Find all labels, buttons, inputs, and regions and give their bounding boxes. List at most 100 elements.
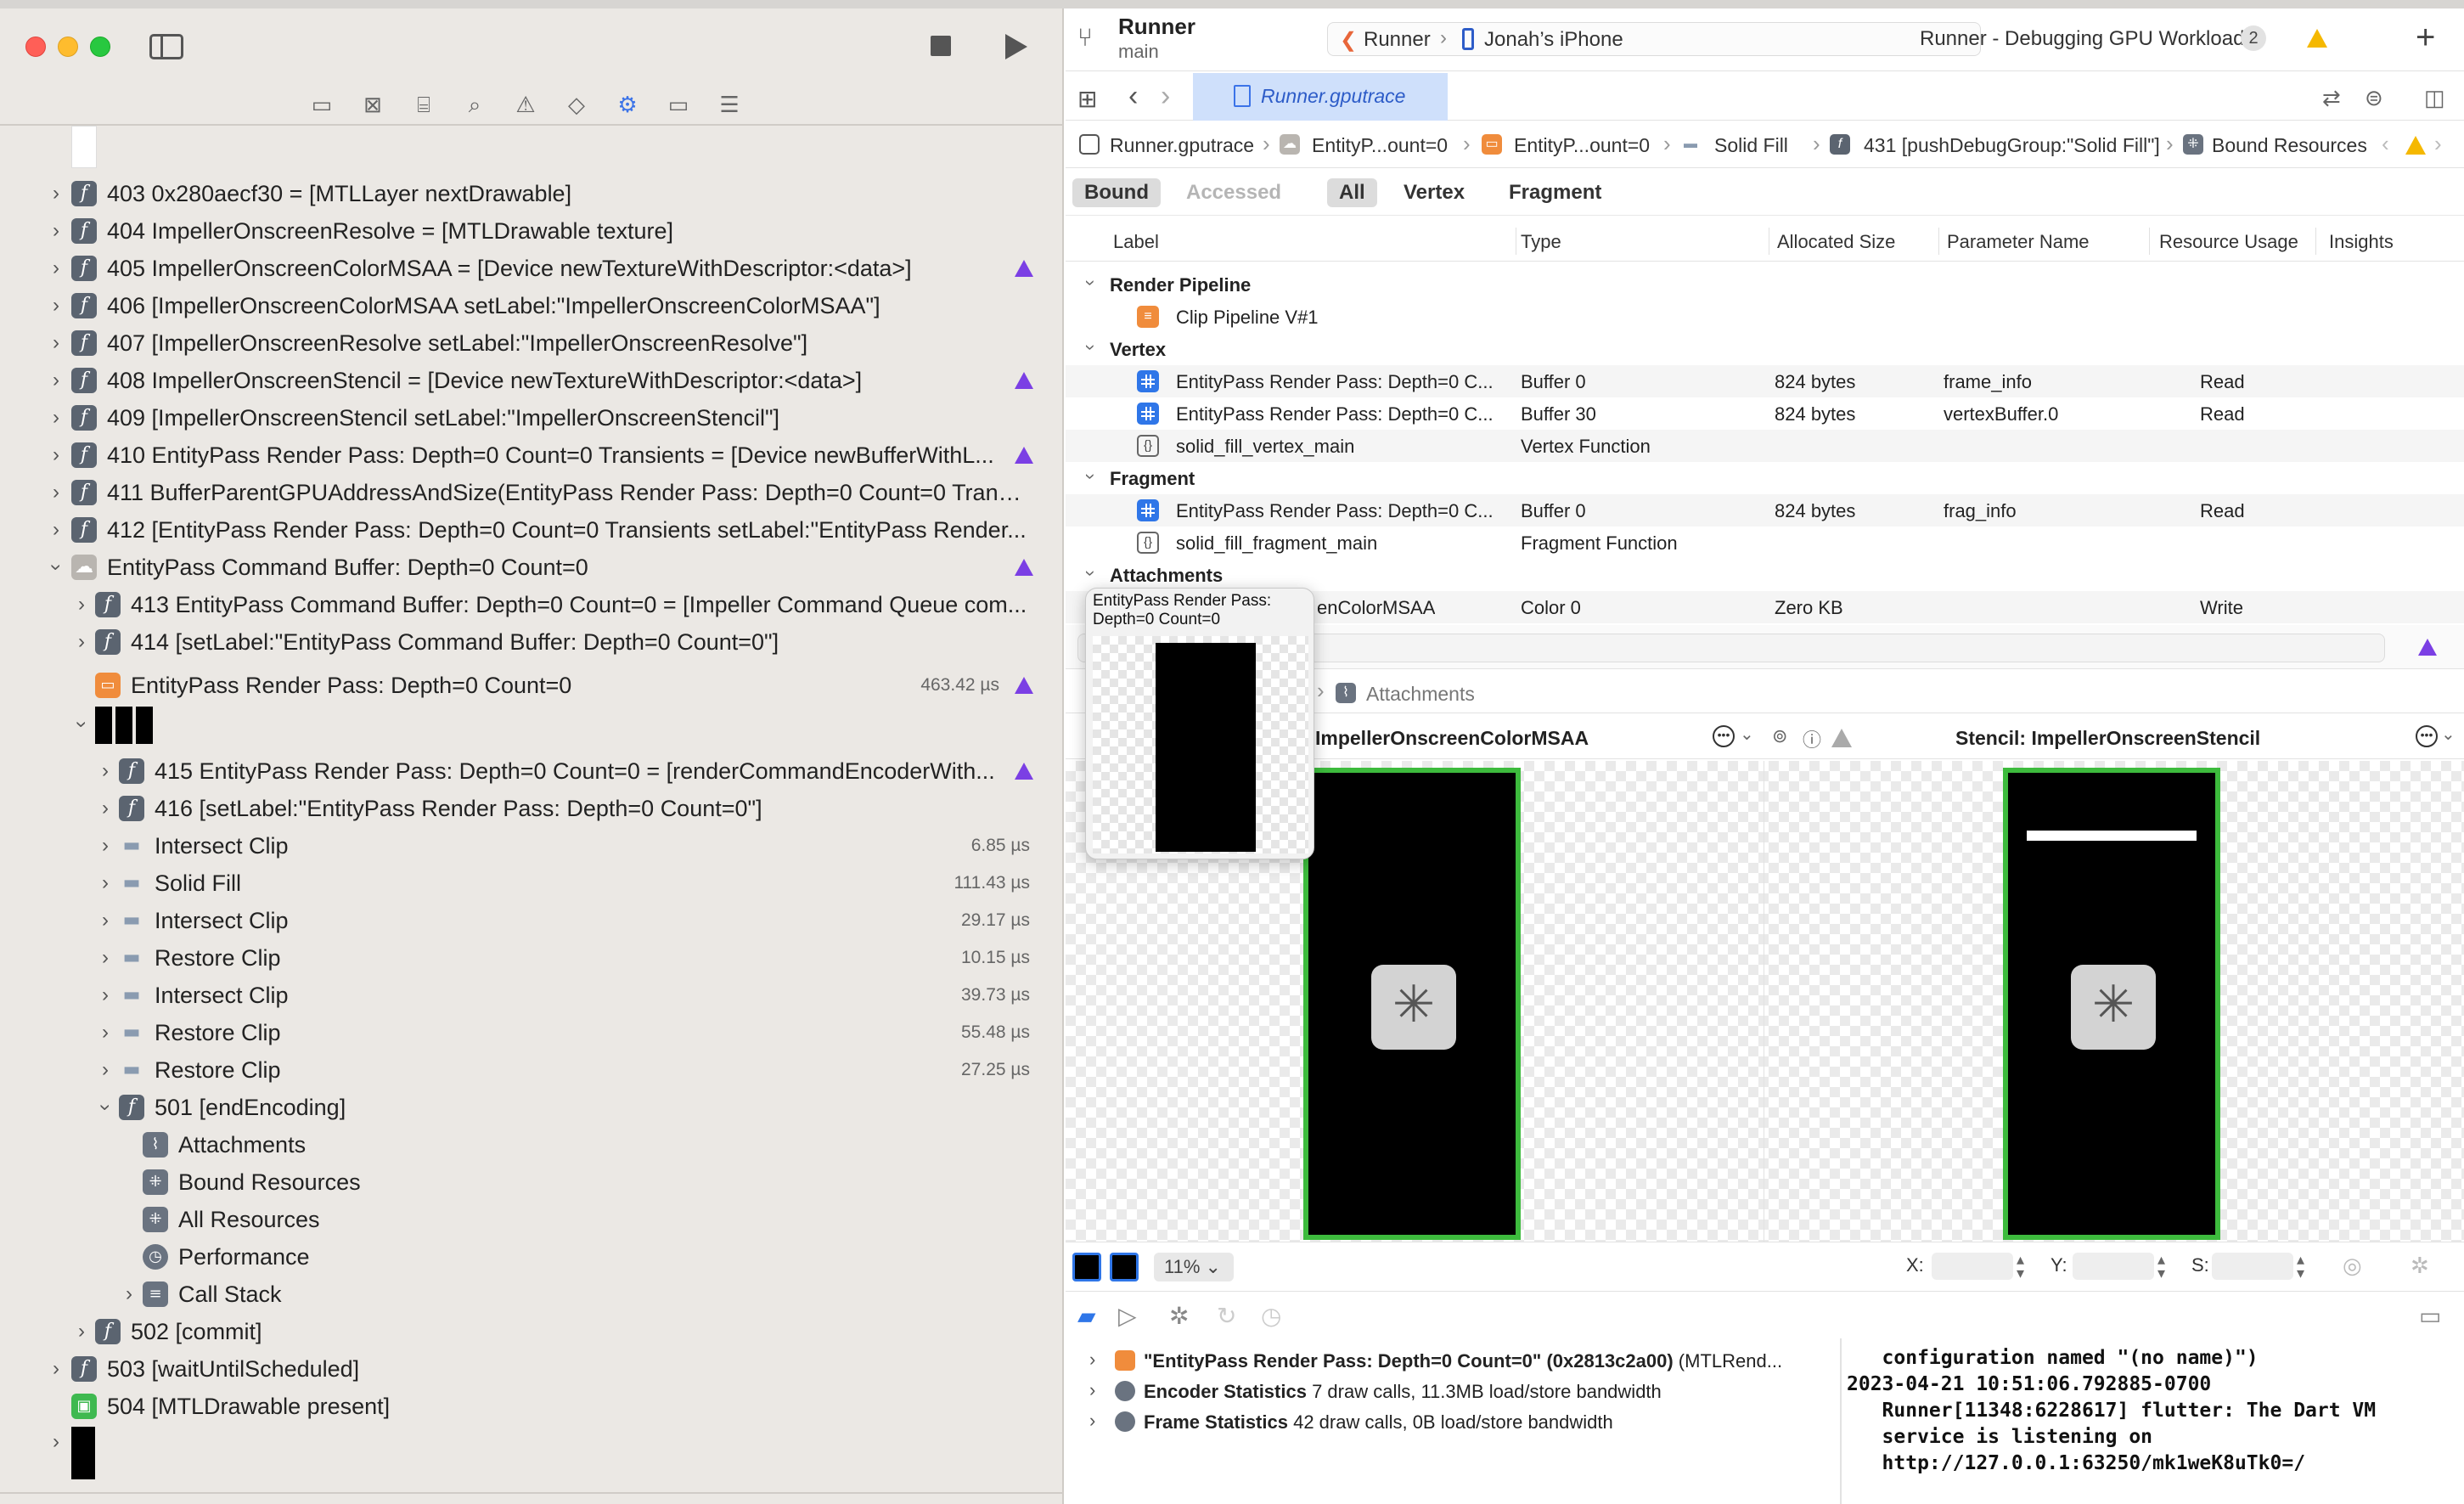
disclosure-triangle-icon[interactable]: › [48,481,65,504]
disclosure-triangle-icon[interactable]: › [1080,570,1102,576]
group-row[interactable]: › Attachments [1066,559,2464,591]
insight-warning-icon[interactable] [1015,260,1033,277]
forward-chevron-icon[interactable]: › [1161,80,1170,113]
debug-group-row[interactable]: › ▬ Intersect Clip 39.73 µs [0,977,1064,1014]
y-coordinate-field[interactable] [2073,1253,2154,1280]
sub-item-attachments[interactable]: ⌇ Attachments [0,1126,1064,1163]
warning-icon[interactable] [1831,729,1852,747]
x-coordinate-field[interactable] [1932,1253,2013,1280]
insight-warning-icon[interactable] [1015,447,1033,464]
filter-vertex[interactable]: Vertex [1392,178,1477,207]
disclosure-triangle-icon[interactable]: › [97,797,114,820]
chevron-down-icon[interactable]: ⌄ [2441,724,2456,745]
table-row[interactable]: EntityPass Render Pass: Depth=0 C... Buf… [1066,397,2464,430]
issue-icon[interactable]: ⚠ [509,90,542,119]
list-item[interactable]: › Frame Statistics 42 draw calls, 0B loa… [1066,1406,1842,1437]
disclosure-triangle-icon[interactable]: › [93,1099,117,1116]
disclosure-triangle-icon[interactable]: › [48,256,65,280]
symbol-icon[interactable]: ⌸ [408,90,440,119]
table-row[interactable]: EntityPass Render Pass: Depth=0 C... Buf… [1066,494,2464,527]
tree-row[interactable]: › f 410 EntityPass Render Pass: Depth=0 … [0,437,1064,474]
chevron-down-icon[interactable]: ⌄ [1740,724,1754,745]
insight-warning-icon[interactable] [1015,677,1033,694]
breadcrumb-item[interactable]: Solid Fill [1714,134,1788,157]
color-swatch[interactable] [1072,1253,1101,1281]
column-header[interactable]: Type [1521,231,1561,253]
more-options-icon[interactable]: ••• [2416,725,2438,747]
disclosure-triangle-icon[interactable]: › [1089,1379,1095,1401]
bug-icon[interactable]: ✲ [1169,1302,1189,1330]
debug-group-row[interactable]: › ▬ Restore Clip 55.48 µs [0,1014,1064,1051]
console-toggle-icon[interactable]: ▭ [2419,1302,2441,1330]
column-header[interactable]: Parameter Name [1947,231,2090,253]
sub-item-bound-resources[interactable]: ⁜ Bound Resources [0,1163,1064,1201]
tree-row[interactable]: › f 409 [ImpellerOnscreenStencil setLabe… [0,399,1064,437]
chevron-left-icon[interactable]: ‹ [2382,131,2389,157]
disclosure-triangle-icon[interactable]: › [48,331,65,355]
find-icon[interactable]: ⌕ [458,90,491,119]
group-row[interactable]: › Fragment [1066,462,2464,494]
folder-icon[interactable]: ▭ [306,90,338,119]
disclosure-triangle-icon[interactable]: › [97,983,114,1007]
filter-fragment[interactable]: Fragment [1497,178,1613,207]
tree-row[interactable]: › f 501 [endEncoding] [0,1089,1064,1126]
reload-icon[interactable]: ↻ [1217,1302,1236,1330]
disclosure-triangle-icon[interactable]: › [97,759,114,783]
insight-warning-icon[interactable] [1015,559,1033,576]
status-count-badge[interactable]: 2 [2241,25,2266,51]
console-output[interactable]: configuration named "(no name)") 2023-04… [1843,1338,2464,1504]
color-attachment-preview[interactable] [1303,768,1521,1240]
disclosure-triangle-icon[interactable]: › [73,593,90,617]
zoom-selector[interactable]: 11% ⌄ [1154,1253,1234,1281]
zoom-window-button[interactable] [90,37,110,57]
stepper-icon[interactable]: ▴ ▾ [2157,1252,2165,1281]
disclosure-triangle-icon[interactable]: › [73,630,90,654]
filter-bound[interactable]: Bound [1072,178,1161,207]
run-button[interactable] [1005,34,1027,59]
stencil-attachment-preview[interactable] [2003,768,2220,1240]
tree-row[interactable]: › f 416 [setLabel:"EntityPass Render Pas… [0,790,1064,827]
sub-item-performance[interactable]: ◷ Performance [0,1238,1064,1276]
disclosure-triangle-icon[interactable]: › [70,716,93,733]
more-options-icon[interactable]: ••• [1713,725,1735,747]
tree-row[interactable]: ▣ 504 [MTLDrawable present] [0,1388,1064,1425]
breadcrumb-item[interactable]: Runner.gputrace [1110,134,1254,157]
table-row[interactable]: {} solid_fill_vertex_main Vertex Functio… [1066,430,2464,462]
test-icon[interactable]: ◇ [560,90,593,119]
stepper-icon[interactable]: ▴ ▾ [2017,1252,2024,1281]
breadcrumb-item[interactable]: EntityP...ount=0 [1312,134,1448,157]
scheme-selector[interactable]: ❮ Runner › Jonah’s iPhone [1327,22,1981,56]
source-control-icon[interactable]: ⊠ [357,90,389,119]
sub-item-all-resources[interactable]: ⁜ All Resources [0,1201,1064,1238]
breakpoint-icon[interactable]: ▭ [662,90,695,119]
disclosure-triangle-icon[interactable]: › [97,909,114,932]
disclosure-triangle-icon[interactable]: › [48,219,65,243]
warning-icon[interactable] [2307,29,2327,48]
disclosure-triangle-icon[interactable]: › [48,1357,65,1381]
disclosure-triangle-icon[interactable]: › [1080,473,1102,479]
disclosure-triangle-icon[interactable]: › [97,834,114,858]
insight-warning-icon[interactable] [2418,639,2437,656]
tree-row[interactable]: › f 404 ImpellerOnscreenResolve = [MTLDr… [0,212,1064,250]
group-row[interactable]: › Render Pipeline [1066,268,2464,301]
minimize-window-button[interactable] [58,37,78,57]
tree-row[interactable]: › f 407 [ImpellerOnscreenResolve setLabe… [0,324,1064,362]
chevron-right-icon[interactable]: › [2434,131,2442,157]
tree-row[interactable]: › f 405 ImpellerOnscreenColorMSAA = [Dev… [0,250,1064,287]
bug-icon[interactable]: ✲ [2411,1253,2429,1279]
related-items-icon[interactable]: ⊜ [2365,85,2383,111]
disclosure-triangle-icon[interactable]: › [1089,1410,1095,1432]
target-icon[interactable]: ◎ [2343,1253,2362,1279]
disclosure-triangle-icon[interactable]: › [44,559,68,576]
disclosure-triangle-icon[interactable]: › [97,946,114,970]
disclosure-triangle-icon[interactable]: › [48,406,65,430]
table-row[interactable]: ≡ Clip Pipeline V#1 [1066,301,2464,333]
stepper-icon[interactable]: ▴ ▾ [2297,1252,2304,1281]
breadcrumb-item[interactable]: 431 [pushDebugGroup:"Solid Fill"] [1864,134,2160,157]
disclosure-triangle-icon[interactable]: › [121,1282,138,1306]
breadcrumb-item[interactable]: Bound Resources [2212,134,2367,157]
disclosure-triangle-icon[interactable]: › [97,1021,114,1045]
swap-icon[interactable]: ⇄ [2322,85,2341,111]
grid-icon[interactable]: ⊞ [1077,85,1097,113]
column-header[interactable]: Label [1113,231,1159,253]
